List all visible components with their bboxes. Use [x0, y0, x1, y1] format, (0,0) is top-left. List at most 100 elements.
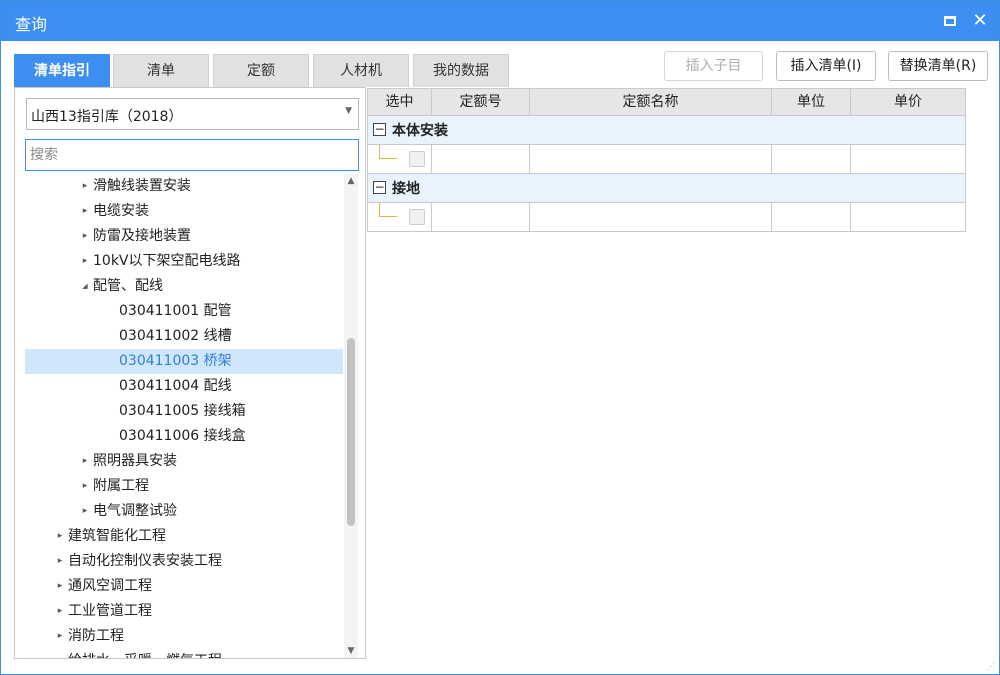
tree-scrollbar[interactable]: ▲ ▼ [344, 174, 358, 658]
expand-icon[interactable]: ▸ [79, 199, 91, 224]
column-header-quota-no[interactable]: 定额号 [432, 88, 530, 116]
tree-node[interactable]: ▸ 附属工程 [25, 474, 343, 499]
tree-node[interactable]: ▸ 通风空调工程 [25, 574, 343, 599]
quota-no-cell[interactable] [432, 203, 530, 232]
tree-node-label: 030411003 桥架 [119, 353, 232, 369]
tree-node-label: 通风空调工程 [68, 578, 152, 594]
unit-cell[interactable] [772, 145, 851, 174]
tree-node-label: 030411006 接线盒 [119, 428, 246, 444]
tree-node[interactable]: 030411004 配线 [25, 374, 343, 399]
tree-node[interactable]: ▸给排水、采暖、燃气工程 [25, 649, 343, 658]
quota-no-cell[interactable] [432, 145, 530, 174]
expand-icon[interactable]: ▸ [54, 549, 66, 574]
query-dialog: 查询 ✕ 清单指引 清单 定额 人材机 我的数据 插入子目 插入清单(I) 替换… [0, 0, 1000, 675]
tree-node[interactable]: ▸ 消防工程 [25, 624, 343, 649]
select-cell [367, 145, 432, 174]
insert-child-button[interactable]: 插入子目 [664, 51, 763, 81]
tree-node-label: 自动化控制仪表安装工程 [68, 553, 222, 569]
tree-node-label: 工业管道工程 [68, 603, 152, 619]
tree-node[interactable]: ◢ 配管、配线 [25, 274, 343, 299]
guide-tree: ▸ 滑触线装置安装 ▸ 电缆安装 ▸ 防雷及接地装置 ▸ 10kV以下架空配电线路 ◢ 配… [25, 174, 343, 658]
tree-node[interactable]: ▸ 电缆安装 [25, 199, 343, 224]
tree-node[interactable]: 030411006 接线盒 [25, 424, 343, 449]
tab-quota[interactable]: 定额 [213, 54, 309, 87]
expand-icon[interactable]: ▸ [54, 574, 66, 599]
scroll-down-icon[interactable]: ▼ [344, 644, 358, 658]
tree-node-label: 电气调整试验 [93, 503, 177, 519]
tree-node[interactable]: ▸ 滑触线装置安装 [25, 174, 343, 199]
tree-node-label: 滑触线装置安装 [93, 178, 191, 194]
select-cell [367, 203, 432, 232]
group-row[interactable]: − 本体安装 [367, 116, 966, 145]
expand-icon[interactable]: ▸ [79, 474, 91, 499]
tree-node-selected[interactable]: 030411003 桥架 [25, 349, 343, 374]
tree-node-label: 照明器具安装 [93, 453, 177, 469]
group-title: 本体安装 [392, 123, 448, 139]
unit-price-cell[interactable] [851, 145, 966, 174]
unit-price-cell[interactable] [851, 203, 966, 232]
quota-name-cell[interactable] [530, 203, 772, 232]
tab-list-guide[interactable]: 清单指引 [14, 54, 110, 87]
close-icon[interactable]: ✕ [969, 10, 991, 32]
insert-list-button[interactable]: 插入清单(I) [776, 51, 876, 81]
expand-icon[interactable]: ▸ [54, 649, 66, 658]
tree-node-label: 030411004 配线 [119, 378, 232, 394]
tree-connector [379, 145, 397, 159]
tab-my-data[interactable]: 我的数据 [413, 54, 509, 87]
library-select[interactable]: 山西13指引库（2018） ▼ [26, 98, 359, 130]
resize-grip-icon[interactable]: ⋰ [987, 662, 995, 671]
tree-node[interactable]: ▸ 10kV以下架空配电线路 [25, 249, 343, 274]
tree-node[interactable]: ▸ 自动化控制仪表安装工程 [25, 549, 343, 574]
tree-node[interactable]: ▸ 防雷及接地装置 [25, 224, 343, 249]
tree-node-label: 030411005 接线箱 [119, 403, 246, 419]
tree-node[interactable]: ▸ 建筑智能化工程 [25, 524, 343, 549]
tree-node-label: 电缆安装 [93, 203, 149, 219]
collapse-icon[interactable]: ◢ [79, 274, 91, 299]
tree-node-label: 防雷及接地装置 [93, 228, 191, 244]
tree-node[interactable]: 030411005 接线箱 [25, 399, 343, 424]
tree-node-label: 建筑智能化工程 [68, 528, 166, 544]
expand-icon[interactable]: ▸ [79, 224, 91, 249]
table-row[interactable] [367, 203, 966, 232]
expand-icon[interactable]: ▸ [79, 249, 91, 274]
expand-icon[interactable]: ▸ [54, 624, 66, 649]
scrollbar-thumb[interactable] [347, 338, 355, 526]
quota-name-cell[interactable] [530, 145, 772, 174]
tree-node[interactable]: ▸ 照明器具安装 [25, 449, 343, 474]
expand-icon[interactable]: ▸ [79, 449, 91, 474]
title-bar[interactable]: 查询 ✕ [1, 1, 999, 41]
tree-node[interactable]: 030411002 线槽 [25, 324, 343, 349]
tree-connector [379, 203, 397, 217]
column-header-quota-name[interactable]: 定额名称 [530, 88, 772, 116]
tab-labor-material-machine[interactable]: 人材机 [313, 54, 409, 87]
row-checkbox[interactable] [409, 209, 425, 225]
chevron-down-icon: ▼ [345, 106, 352, 116]
column-header-unit[interactable]: 单位 [772, 88, 851, 116]
unit-cell[interactable] [772, 203, 851, 232]
collapse-icon[interactable]: − [373, 123, 386, 136]
collapse-icon[interactable]: − [373, 181, 386, 194]
guide-panel: 山西13指引库（2018） ▼ ▸滑触线装置安装 ▸电缆安装 ▸防雷及接地装置 … [14, 87, 366, 659]
tree-node-label: 消防工程 [68, 628, 124, 644]
tree-node-label: 配管、配线 [93, 278, 163, 294]
expand-icon[interactable]: ▸ [79, 499, 91, 524]
library-select-value: 山西13指引库（2018） [31, 109, 183, 125]
tree-node[interactable]: ▸ 电气调整试验 [25, 499, 343, 524]
group-title: 接地 [392, 181, 420, 197]
tree-node[interactable]: ▸ 工业管道工程 [25, 599, 343, 624]
tree-node-label: 10kV以下架空配电线路 [93, 253, 241, 269]
column-header-select[interactable]: 选中 [367, 88, 432, 116]
search-input[interactable] [25, 139, 359, 171]
expand-icon[interactable]: ▸ [54, 524, 66, 549]
tree-node[interactable]: 030411001 配管 [25, 299, 343, 324]
tab-list[interactable]: 清单 [113, 54, 209, 87]
table-row[interactable] [367, 145, 966, 174]
expand-icon[interactable]: ▸ [79, 174, 91, 199]
expand-icon[interactable]: ▸ [54, 599, 66, 624]
replace-list-button[interactable]: 替换清单(R) [888, 51, 988, 81]
column-header-unit-price[interactable]: 单价 [851, 88, 966, 116]
scroll-up-icon[interactable]: ▲ [344, 174, 358, 188]
row-checkbox[interactable] [409, 151, 425, 167]
maximize-icon[interactable] [939, 10, 961, 32]
group-row[interactable]: − 接地 [367, 174, 966, 203]
